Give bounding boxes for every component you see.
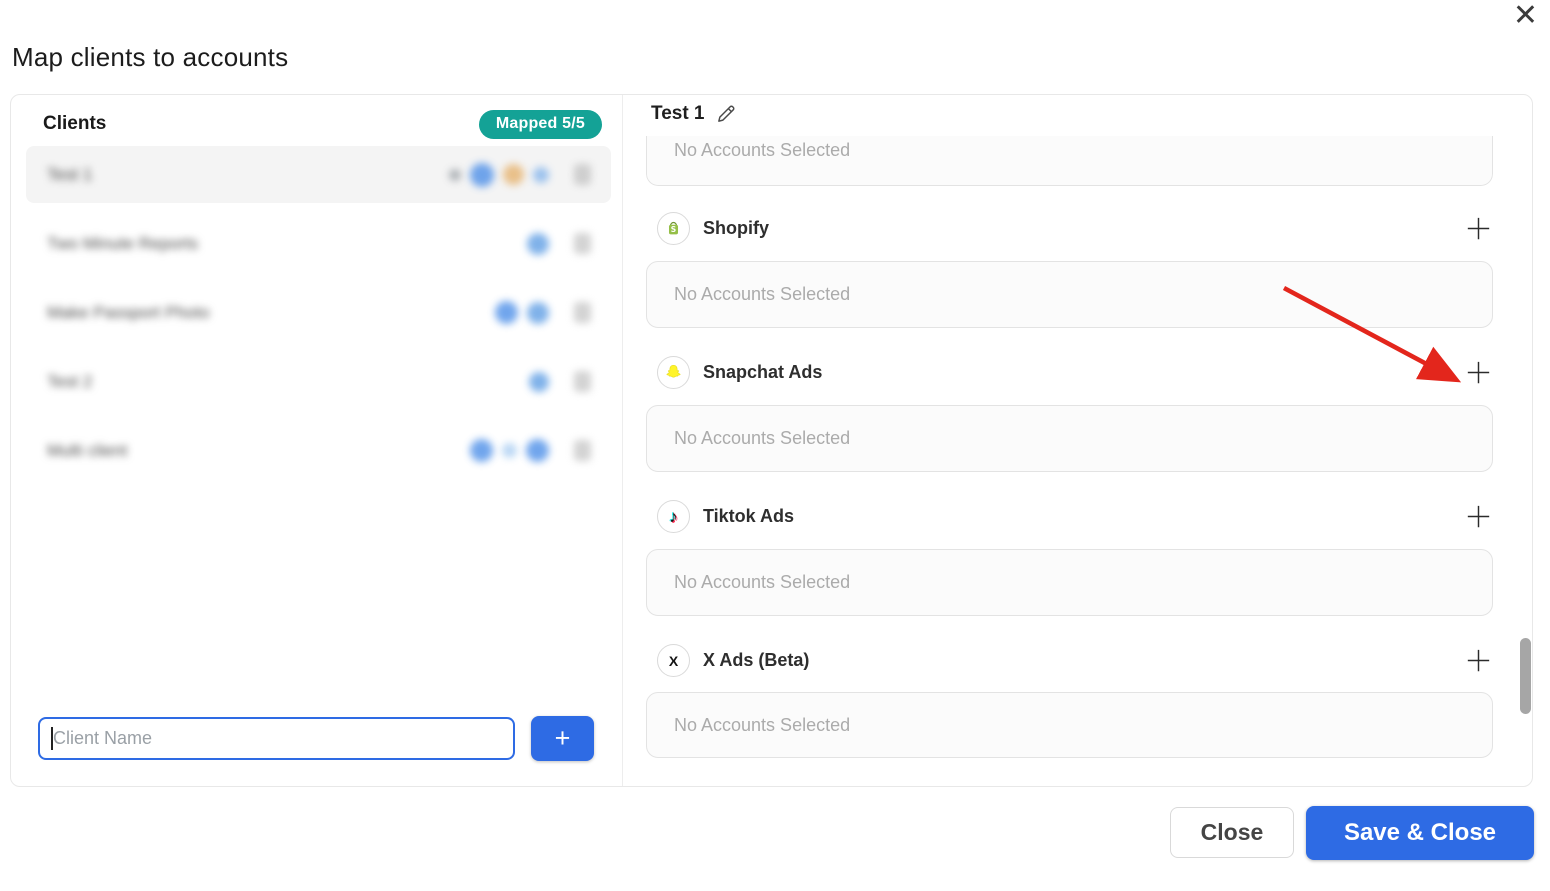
no-accounts-text: No Accounts Selected <box>674 140 851 160</box>
add-client-button[interactable]: + <box>531 716 594 761</box>
page-title: Map clients to accounts <box>12 42 289 72</box>
client-row-multi-client[interactable]: Multi client <box>26 422 611 479</box>
no-accounts-text: No Accounts Selected <box>674 428 851 448</box>
close-button[interactable]: Close <box>1170 807 1294 858</box>
add-account-button-snapchat[interactable] <box>1465 359 1492 386</box>
x-ads-icon: X <box>657 644 690 677</box>
delete-icon[interactable] <box>574 164 591 185</box>
client-name-field-wrap <box>38 717 515 760</box>
delete-icon[interactable] <box>574 440 591 461</box>
client-row-test-1[interactable]: Test 1 <box>26 146 611 203</box>
client-name-label: Test 1 <box>47 164 93 184</box>
delete-icon[interactable] <box>574 302 591 323</box>
add-account-button-x-ads[interactable] <box>1465 647 1492 674</box>
svg-text:S: S <box>671 225 676 234</box>
client-name-label: Make Passport Photo <box>47 302 210 322</box>
section-label: Shopify <box>703 218 769 238</box>
empty-accounts-box-clipped: No Accounts Selected <box>646 136 1493 186</box>
map-clients-modal: Clients Mapped 5/5 Test 1 Two Minute Rep… <box>10 94 1533 787</box>
shopify-icon: S <box>657 212 690 245</box>
section-x-ads: X X Ads (Beta) <box>657 644 1498 677</box>
empty-accounts-box-shopify: No Accounts Selected <box>646 261 1493 328</box>
client-row-two-minute-reports[interactable]: Two Minute Reports <box>26 215 611 272</box>
mapped-count-badge: Mapped 5/5 <box>478 109 602 139</box>
tiktok-icon: ♪ <box>657 500 690 533</box>
section-snapchat-ads: Snapchat Ads <box>657 356 1498 389</box>
no-accounts-text: No Accounts Selected <box>674 284 851 304</box>
empty-accounts-box-tiktok: No Accounts Selected <box>646 549 1493 616</box>
selected-client-name: Test 1 <box>651 103 705 124</box>
account-mapping-panel: Test 1 No Accounts Selected S Shopify No… <box>623 95 1532 786</box>
platform-dots <box>527 232 549 255</box>
client-name-input[interactable] <box>40 719 513 758</box>
client-list: Test 1 Two Minute Reports Make Passport … <box>26 146 611 491</box>
section-label: Snapchat Ads <box>703 362 823 382</box>
clients-title: Clients <box>43 113 107 134</box>
empty-accounts-box-x-ads: No Accounts Selected <box>646 692 1493 758</box>
section-label: X Ads (Beta) <box>703 650 810 670</box>
no-accounts-text: No Accounts Selected <box>674 714 851 735</box>
add-account-button-shopify[interactable] <box>1465 215 1492 242</box>
save-and-close-button[interactable]: Save & Close <box>1306 806 1534 860</box>
delete-icon[interactable] <box>574 233 591 254</box>
selected-client-header: Test 1 <box>651 103 737 125</box>
empty-accounts-box-snapchat: No Accounts Selected <box>646 405 1493 472</box>
no-accounts-text: No Accounts Selected <box>674 572 851 592</box>
add-account-button-tiktok[interactable] <box>1465 503 1492 530</box>
client-name-label: Two Minute Reports <box>47 233 199 253</box>
clients-panel-header: Clients Mapped 5/5 <box>11 95 622 143</box>
client-name-label: Test 2 <box>47 371 93 391</box>
client-row-make-passport-photo[interactable]: Make Passport Photo <box>26 284 611 341</box>
platform-dots <box>495 301 549 324</box>
section-tiktok-ads: ♪ Tiktok Ads <box>657 500 1498 533</box>
scrollbar-thumb[interactable] <box>1520 638 1531 714</box>
section-label: Tiktok Ads <box>703 506 795 526</box>
platform-dots <box>470 439 549 462</box>
text-caret <box>51 727 53 750</box>
client-name-label: Multi client <box>47 440 128 460</box>
section-shopify: S Shopify <box>657 212 1498 245</box>
snapchat-icon <box>657 356 690 389</box>
close-icon[interactable]: ✕ <box>1513 0 1538 34</box>
platform-dots <box>449 162 549 187</box>
clients-panel: Clients Mapped 5/5 Test 1 Two Minute Rep… <box>11 95 623 786</box>
platform-dots <box>529 371 549 392</box>
delete-icon[interactable] <box>574 371 591 392</box>
edit-pencil-icon[interactable] <box>715 103 737 125</box>
client-row-test-2[interactable]: Test 2 <box>26 353 611 410</box>
